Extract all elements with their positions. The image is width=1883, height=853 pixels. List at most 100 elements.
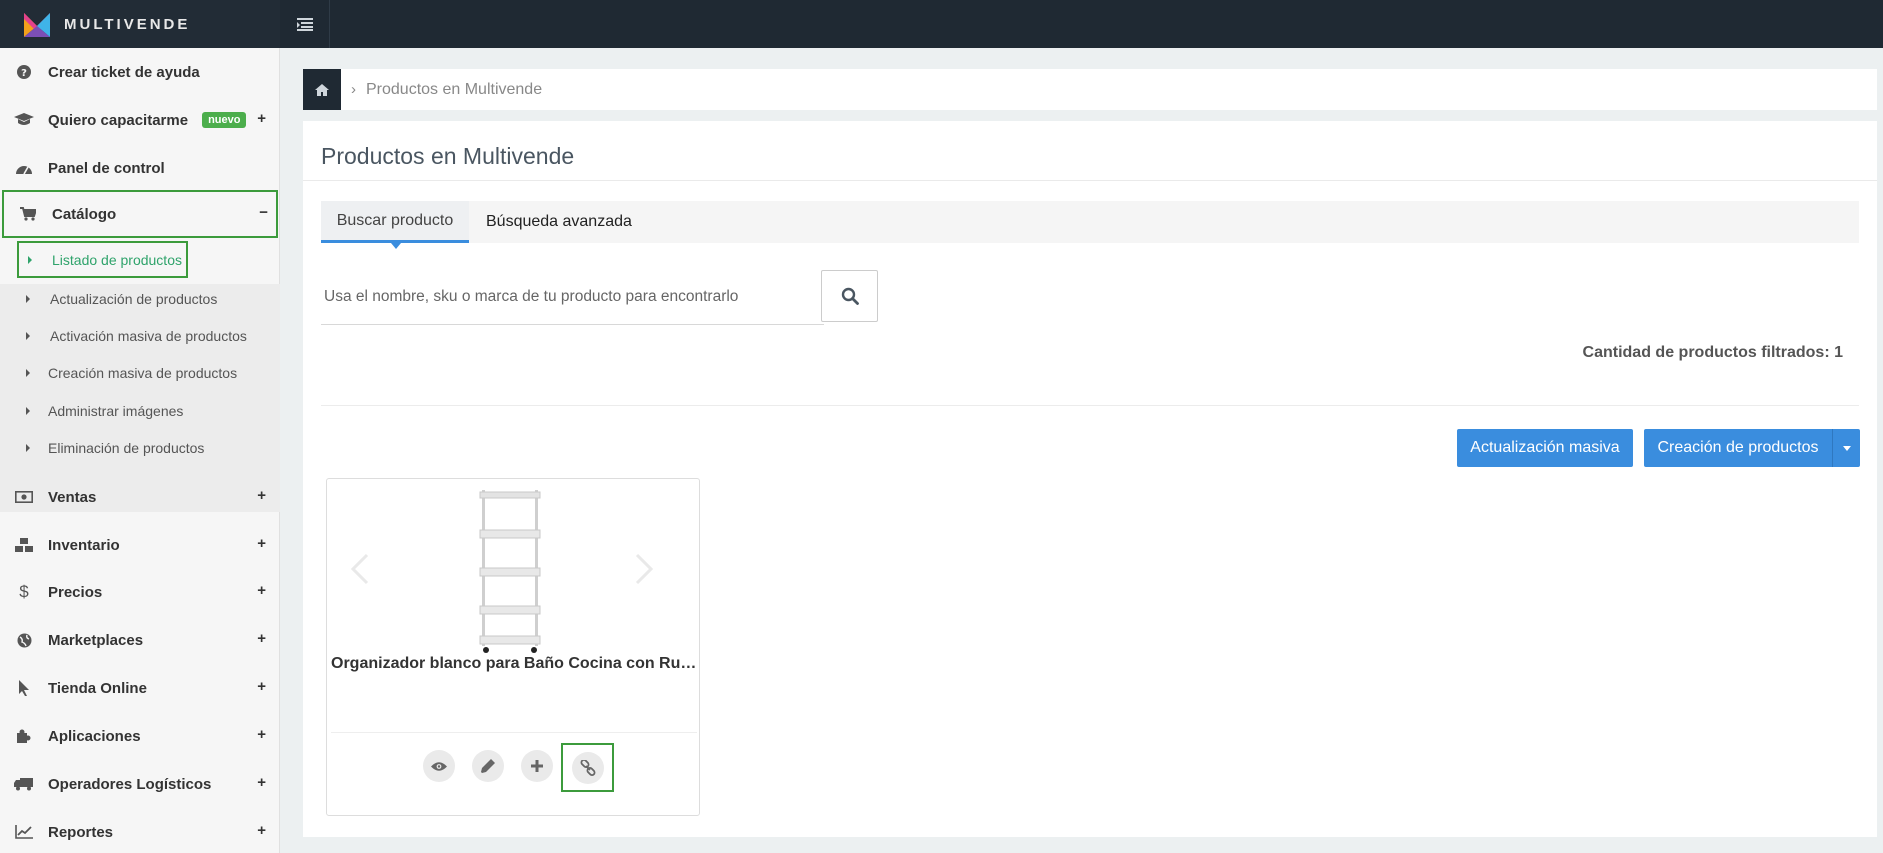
logo[interactable]: MULTIVENDE <box>0 0 280 48</box>
filtered-count: Cantidad de productos filtrados: 1 <box>1582 344 1843 361</box>
sidebar-item-training[interactable]: Quiero capacitarme nuevo + <box>0 96 280 144</box>
product-title[interactable]: Organizador blanco para Baño Cocina con … <box>331 655 697 673</box>
mass-update-button[interactable]: Actualización masiva <box>1457 429 1633 467</box>
sidebar-item-label: Inventario <box>48 536 120 554</box>
money-icon <box>14 488 34 506</box>
sidebar-item-catalog[interactable]: Catálogo − <box>2 190 278 238</box>
caret-right-icon <box>26 294 30 303</box>
submenu-item-label: Creación masiva de productos <box>48 364 238 381</box>
chevron-right-icon: › <box>351 81 356 98</box>
caret-right-icon <box>26 368 30 377</box>
sidebar-item-logistics[interactable]: Operadores Logísticos + <box>0 760 280 808</box>
breadcrumb-current: Productos en Multivende <box>366 80 543 98</box>
submenu-item-mass-creation[interactable]: Creación masiva de productos <box>0 354 280 391</box>
submenu-item-manage-images[interactable]: Administrar imágenes <box>0 392 280 429</box>
sidebar-item-label: Catálogo <box>52 205 117 223</box>
product-image <box>479 490 541 653</box>
plus-icon <box>531 760 543 772</box>
dashboard-icon <box>14 159 34 177</box>
submenu-item-label: Activación masiva de productos <box>50 327 247 344</box>
breadcrumb-home-button[interactable] <box>303 69 341 110</box>
sidebar-item-label: Crear ticket de ayuda <box>48 63 200 81</box>
caret-right-icon <box>26 331 30 340</box>
expand-icon[interactable]: + <box>257 535 266 552</box>
expand-icon[interactable]: + <box>257 678 266 695</box>
sidebar-item-label: Panel de control <box>48 159 165 177</box>
home-icon <box>315 83 329 96</box>
multivende-logo-icon <box>24 13 50 37</box>
divider <box>303 180 1877 181</box>
view-product-button[interactable] <box>423 750 455 782</box>
submenu-item-label: Listado de productos <box>52 251 182 268</box>
dollar-icon: $ <box>19 582 29 601</box>
search-input[interactable] <box>321 270 824 325</box>
sidebar-item-prices[interactable]: $ Precios + <box>0 568 280 616</box>
edit-product-button[interactable] <box>472 750 504 782</box>
top-bar: MULTIVENDE <box>0 0 1883 48</box>
submenu-item-label: Administrar imágenes <box>48 402 184 419</box>
sidebar-toggle-button[interactable] <box>280 0 330 48</box>
add-product-button[interactable] <box>521 750 553 782</box>
eye-icon <box>431 761 447 771</box>
submenu-item-product-deletion[interactable]: Eliminación de productos <box>0 429 280 466</box>
expand-icon[interactable]: + <box>257 726 266 743</box>
sidebar-item-applications[interactable]: Aplicaciones + <box>0 712 280 760</box>
carousel-prev-icon[interactable] <box>345 549 375 589</box>
pointer-icon <box>14 679 34 697</box>
cubes-icon <box>14 536 34 554</box>
sidebar-item-reports[interactable]: Reportes + <box>0 808 280 853</box>
caret-right-icon <box>28 255 32 264</box>
sidebar-item-help-ticket[interactable]: ? Crear ticket de ayuda <box>0 48 280 96</box>
sidebar-item-label: Tienda Online <box>48 679 147 697</box>
link-product-button[interactable] <box>571 751 604 784</box>
page-title: Productos en Multivende <box>321 143 575 169</box>
sidebar-item-sales[interactable]: Ventas + <box>0 473 280 521</box>
tab-search-product[interactable]: Buscar producto <box>321 201 469 249</box>
sidebar: ? Crear ticket de ayuda Quiero capacitar… <box>0 48 280 853</box>
shopping-cart-icon <box>18 205 38 223</box>
product-card: Organizador blanco para Baño Cocina con … <box>326 478 700 816</box>
expand-icon[interactable]: + <box>257 582 266 599</box>
pencil-icon <box>481 759 495 773</box>
create-products-button[interactable]: Creación de productos <box>1644 429 1832 467</box>
search-button[interactable] <box>821 270 878 322</box>
truck-icon <box>14 775 34 793</box>
sidebar-item-label: Ventas <box>48 488 97 506</box>
sidebar-item-label: Operadores Logísticos <box>48 775 212 793</box>
divider <box>331 732 697 733</box>
graduation-cap-icon <box>14 111 34 129</box>
sidebar-item-label: Quiero capacitarme <box>48 111 189 129</box>
search-icon <box>841 287 859 305</box>
expand-icon[interactable]: + <box>257 110 266 127</box>
sidebar-item-inventory[interactable]: Inventario + <box>0 521 280 569</box>
svg-text:?: ? <box>21 68 27 79</box>
sidebar-item-dashboard[interactable]: Panel de control <box>0 144 280 192</box>
breadcrumb: › Productos en Multivende <box>303 69 1877 110</box>
sidebar-item-label: Marketplaces <box>48 631 144 649</box>
line-chart-icon <box>14 823 34 841</box>
submenu-item-product-list[interactable]: Listado de productos <box>17 241 188 278</box>
globe-icon <box>14 631 34 649</box>
submenu-item-label: Eliminación de productos <box>48 439 205 456</box>
search-tabs: Buscar producto Búsqueda avanzada <box>321 201 1859 249</box>
expand-icon[interactable]: + <box>257 487 266 504</box>
collapse-icon[interactable]: − <box>259 204 268 221</box>
expand-icon[interactable]: + <box>257 822 266 839</box>
expand-icon[interactable]: + <box>257 774 266 791</box>
expand-icon[interactable]: + <box>257 630 266 647</box>
tab-advanced-search[interactable]: Búsqueda avanzada <box>469 201 632 243</box>
sidebar-item-label: Precios <box>48 583 103 601</box>
submenu-item-product-update[interactable]: Actualización de productos <box>0 280 280 317</box>
carousel-next-icon[interactable] <box>629 549 659 589</box>
puzzle-icon <box>14 727 34 745</box>
sidebar-item-label: Reportes <box>48 823 114 841</box>
submenu-item-label: Actualización de productos <box>50 290 218 307</box>
sidebar-item-marketplaces[interactable]: Marketplaces + <box>0 616 280 664</box>
submenu-item-mass-activation[interactable]: Activación masiva de productos <box>0 317 280 354</box>
menu-list-icon <box>296 18 313 31</box>
sidebar-item-label: Aplicaciones <box>48 727 141 745</box>
caret-right-icon <box>26 406 30 415</box>
link-icon <box>580 759 595 776</box>
create-products-dropdown-button[interactable] <box>1832 429 1860 467</box>
sidebar-item-online-store[interactable]: Tienda Online + <box>0 664 280 712</box>
